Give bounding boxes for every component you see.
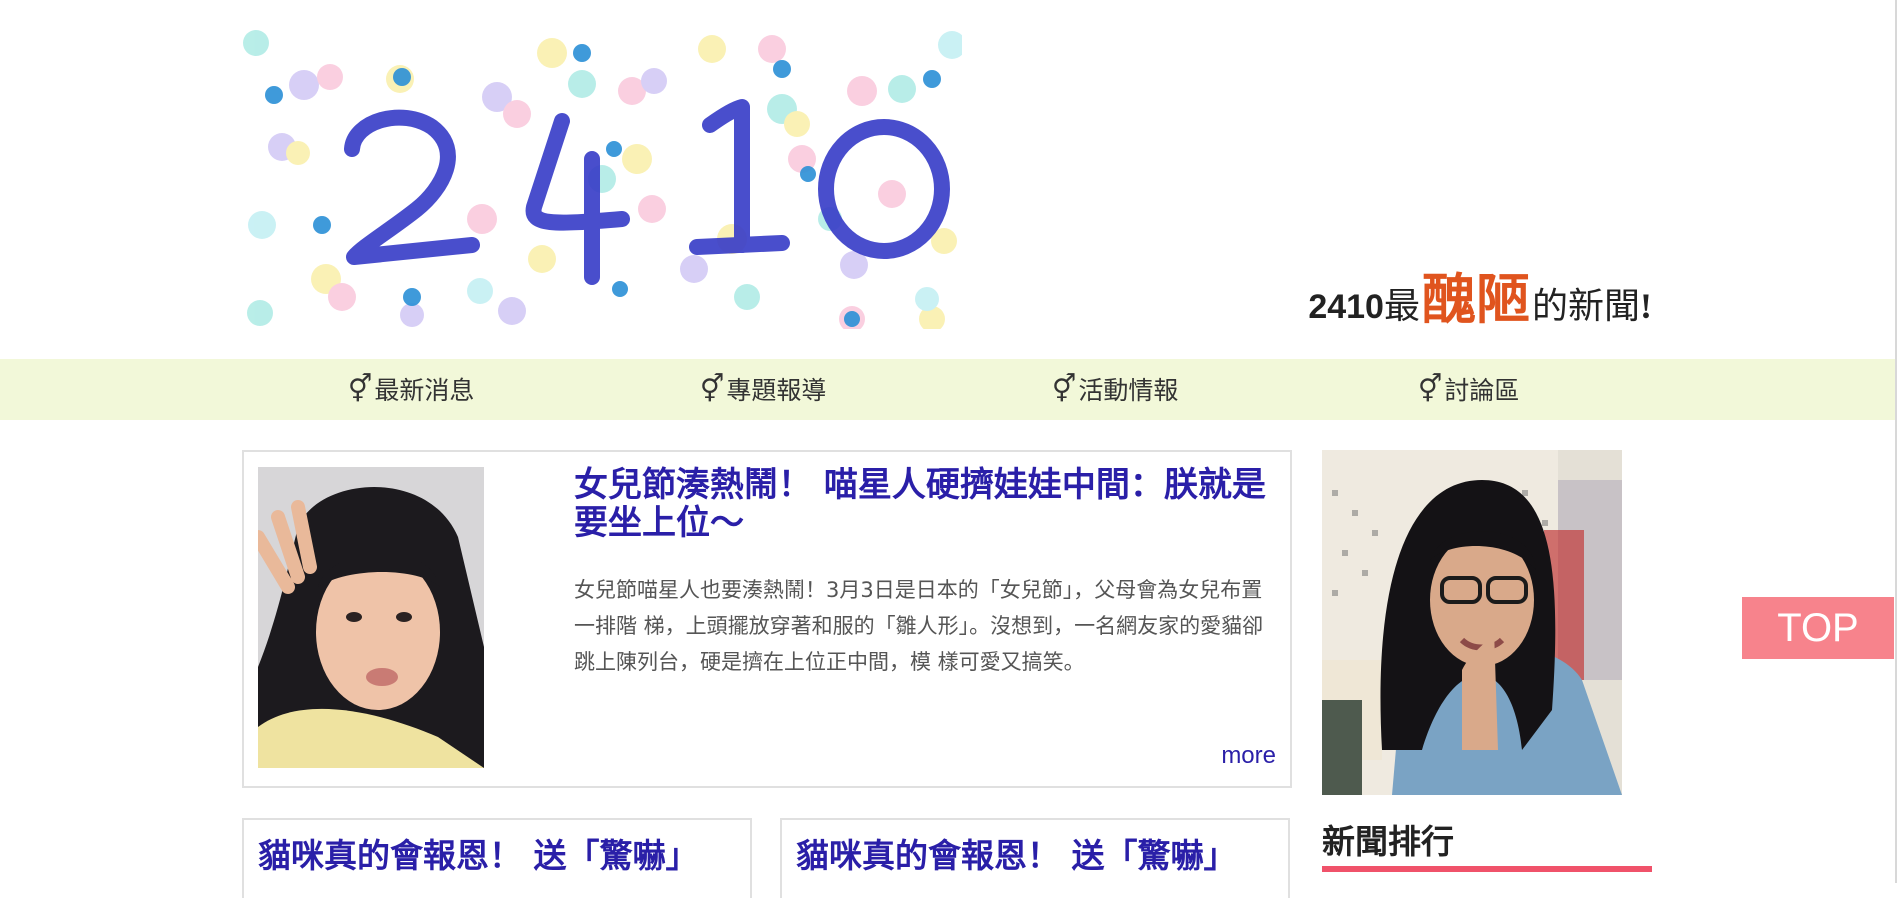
nav-item-events[interactable]: ⚥ 活動情報 — [1052, 371, 1178, 407]
gender-symbol-icon: ⚥ — [348, 373, 373, 405]
nav-item-forum[interactable]: ⚥ 討論區 — [1418, 371, 1519, 407]
nav-item-latest-news[interactable]: ⚥ 最新消息 — [348, 371, 474, 407]
featured-title[interactable]: 女兒節湊熱鬧！ 喵星人硬擠娃娃中間：朕就是要坐上位～ — [574, 466, 1274, 542]
featured-photo[interactable] — [258, 467, 484, 768]
news-card-title[interactable]: 貓咪真的會報恩！ 送「驚嚇」 — [258, 834, 699, 878]
news-card[interactable]: 貓咪真的會報恩！ 送「驚嚇」 — [780, 818, 1290, 898]
nav-item-label: 討論區 — [1444, 376, 1520, 405]
tagline-suffix: 的新聞 — [1531, 286, 1640, 326]
nav-item-label: 最新消息 — [374, 376, 475, 405]
gender-symbol-icon: ⚥ — [1418, 373, 1443, 405]
back-to-top-button[interactable]: TOP — [1742, 597, 1894, 659]
featured-article: 女兒節湊熱鬧！ 喵星人硬擠娃娃中間：朕就是要坐上位～ 女兒節喵星人也要湊熱鬧！3… — [242, 450, 1292, 788]
tagline-number: 2410 — [1308, 288, 1384, 326]
nav-inner: ⚥ 最新消息 ⚥ 專題報導 ⚥ 活動情報 ⚥ 討論區 — [242, 359, 1652, 420]
gender-symbol-icon: ⚥ — [1052, 373, 1077, 405]
tagline-exclaim: ! — [1640, 286, 1652, 326]
news-card-title[interactable]: 貓咪真的會報恩！ 送「驚嚇」 — [796, 834, 1237, 878]
tagline-highlight: 醜陋 — [1421, 270, 1530, 330]
logo-graphic — [243, 30, 962, 329]
main-nav: ⚥ 最新消息 ⚥ 專題報導 ⚥ 活動情報 ⚥ 討論區 — [0, 359, 1897, 420]
nav-item-special-reports[interactable]: ⚥ 專題報導 — [700, 371, 826, 407]
featured-photo-graphic — [258, 467, 484, 768]
site-header: 2410最醜陋的新聞! — [242, 29, 1652, 329]
nav-item-label: 專題報導 — [726, 376, 827, 405]
more-link[interactable]: more — [1221, 742, 1276, 770]
side-photo[interactable] — [1322, 450, 1622, 795]
side-photo-graphic — [1322, 450, 1622, 795]
gender-symbol-icon: ⚥ — [700, 373, 725, 405]
tagline-prefix: 最 — [1383, 286, 1420, 326]
featured-summary: 女兒節喵星人也要湊熱鬧！3月3日是日本的「女兒節」，父母會為女兒布置一排階 梯，… — [574, 578, 1264, 674]
news-card[interactable]: 貓咪真的會報恩！ 送「驚嚇」 — [242, 818, 752, 898]
site-tagline: 2410最醜陋的新聞! — [1308, 273, 1652, 327]
ranking-title: 新聞排行 — [1322, 822, 1454, 861]
nav-item-label: 活動情報 — [1078, 376, 1179, 405]
site-logo[interactable] — [242, 29, 962, 329]
ranking-underline — [1322, 866, 1652, 872]
